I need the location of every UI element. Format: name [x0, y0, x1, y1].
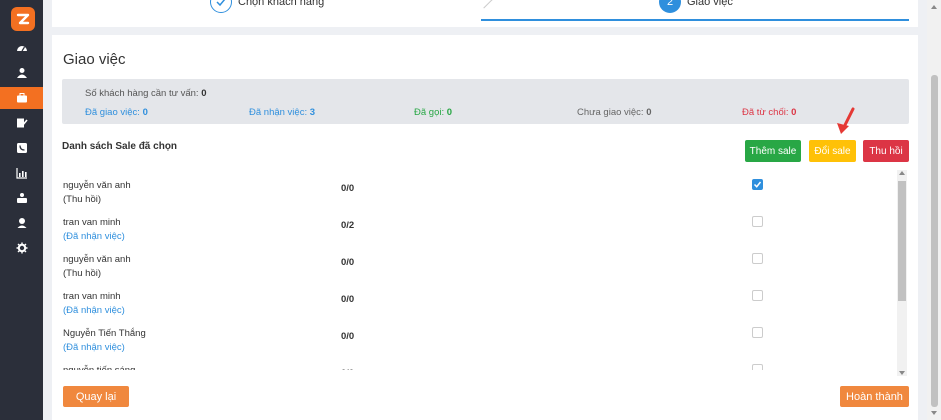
sale-list: nguyễn văn anh (Thu hồi) 0/0 tran van minh (…	[52, 170, 918, 370]
gear-icon	[16, 242, 27, 254]
stat-assigned-label: Đã giao việc:	[85, 107, 140, 118]
user-settings-icon	[17, 218, 26, 228]
list-scrollbar[interactable]	[897, 170, 907, 376]
sale-status: (Thu hồi)	[63, 194, 102, 205]
sale-checkbox[interactable]	[752, 216, 763, 227]
revoke-button[interactable]: Thu hồi	[863, 140, 909, 162]
main-card: Giao việc Số khách hàng cần tư vấn: 0 Đã…	[52, 35, 918, 420]
edit-icon	[16, 118, 28, 128]
sidebar-item-users[interactable]	[0, 62, 43, 84]
stat-called: Đã gọi: 0	[414, 107, 452, 118]
sale-name: Nguyễn Tiến Thắng	[63, 328, 146, 339]
sale-name: nguyễn văn anh	[63, 254, 131, 265]
app-logo[interactable]	[11, 7, 35, 31]
step-done-circle	[210, 0, 232, 13]
sale-status: (Thu hồi)	[63, 268, 102, 279]
done-button[interactable]: Hoàn thành	[840, 386, 909, 407]
page-scroll-thumb[interactable]	[931, 75, 938, 407]
sale-row: Nguyễn Tiến Thắng (Đã nhận việc) 0/0	[52, 318, 897, 355]
stat-received-value: 3	[309, 107, 316, 118]
page-scroll-up-arrow[interactable]	[931, 5, 937, 9]
sale-row: nguyễn văn anh (Thu hồi) 0/0	[52, 244, 897, 281]
page-scrollbar[interactable]	[927, 0, 941, 420]
summary-panel: Số khách hàng cần tư vấn: 0 Đã giao việc…	[62, 79, 909, 124]
stat-assigned: Đã giao việc: 0	[85, 107, 148, 118]
team-icon	[16, 193, 27, 203]
customers-label: Số khách hàng cần tư vấn:	[85, 88, 199, 99]
sale-status: (Đã nhận việc)	[63, 342, 125, 353]
stat-called-value: 0	[446, 107, 453, 118]
user-icon	[16, 68, 27, 78]
customers-count: Số khách hàng cần tư vấn: 0	[85, 88, 207, 99]
sidebar-item-dashboard[interactable]	[0, 37, 43, 59]
sale-row: tran van minh (Đã nhận việc) 0/2	[52, 207, 897, 244]
sale-ratio: 0/0	[341, 368, 354, 370]
sale-checkbox[interactable]	[752, 179, 763, 190]
sale-ratio: 0/0	[341, 257, 355, 268]
check-icon	[216, 0, 226, 7]
sale-status: (Đã nhận việc)	[63, 231, 125, 242]
back-button[interactable]: Quay lại	[63, 386, 129, 407]
change-sale-button[interactable]: Đổi sale	[809, 140, 856, 162]
step-assign-work[interactable]: 2 Giao việc	[659, 0, 733, 13]
sidebar-item-jobs[interactable]	[0, 87, 43, 109]
stat-unassigned: Chưa giao việc: 0	[577, 107, 652, 118]
stat-assigned-value: 0	[142, 107, 148, 118]
scroll-down-arrow[interactable]	[899, 371, 905, 375]
logo-z-icon	[16, 13, 30, 25]
sidebar-item-calls[interactable]	[0, 137, 43, 159]
stat-rejected-value: 0	[791, 107, 797, 118]
sidebar-item-notes[interactable]	[0, 112, 43, 134]
step-separator	[475, 0, 493, 9]
stat-received-label: Đã nhận việc:	[249, 107, 308, 118]
sidebar-item-reports[interactable]	[0, 162, 43, 184]
dashboard-icon	[16, 46, 27, 52]
sale-row: nguyễn tiến sáng 0/0	[52, 355, 897, 370]
sale-row: tran van minh (Đã nhận việc) 0/0	[52, 281, 897, 318]
step-number-circle: 2	[659, 0, 681, 13]
sale-checkbox[interactable]	[752, 327, 763, 338]
sale-checkbox[interactable]	[752, 253, 763, 264]
sale-name: nguyễn tiến sáng	[63, 365, 135, 370]
stat-rejected-label: Đã từ chối:	[742, 107, 789, 118]
stat-unassigned-label: Chưa giao việc:	[577, 107, 644, 118]
sale-name: tran van minh	[63, 291, 121, 302]
scroll-thumb[interactable]	[898, 181, 906, 301]
active-step-underline	[481, 19, 909, 21]
sidebar-item-user-settings[interactable]	[0, 212, 43, 234]
sale-name: tran van minh	[63, 217, 121, 228]
customers-value: 0	[201, 88, 207, 99]
sidebar	[0, 0, 43, 420]
sale-checkbox[interactable]	[752, 364, 763, 370]
sale-name: nguyễn văn anh	[63, 180, 131, 191]
add-sale-button[interactable]: Thêm sale	[745, 140, 801, 162]
sale-ratio: 0/2	[341, 220, 355, 231]
step-label: Giao việc	[687, 0, 733, 8]
stat-rejected: Đã từ chối: 0	[742, 107, 796, 118]
check-icon	[753, 181, 762, 188]
sale-ratio: 0/0	[341, 331, 355, 342]
phone-icon	[16, 143, 27, 153]
page-scroll-down-arrow[interactable]	[931, 411, 937, 415]
stat-called-label: Đã gọi:	[414, 107, 445, 118]
sale-row: nguyễn văn anh (Thu hồi) 0/0	[52, 170, 897, 207]
page-title: Giao việc	[63, 51, 126, 68]
scroll-up-arrow[interactable]	[899, 171, 905, 175]
sidebar-item-settings[interactable]	[0, 237, 43, 259]
stepper: Chọn khách hàng 2 Giao việc	[52, 0, 918, 27]
annotation-arrow	[837, 107, 855, 134]
stat-received: Đã nhận việc: 3	[249, 107, 315, 118]
sale-list-title: Danh sách Sale đã chọn	[62, 141, 178, 152]
step-choose-customers[interactable]: Chọn khách hàng	[210, 0, 324, 13]
sidebar-item-teams[interactable]	[0, 187, 43, 209]
sale-status: (Đã nhận việc)	[63, 305, 125, 316]
sale-ratio: 0/0	[341, 294, 355, 305]
sale-ratio: 0/0	[341, 183, 355, 194]
sale-checkbox[interactable]	[752, 290, 763, 301]
step-label: Chọn khách hàng	[238, 0, 325, 8]
briefcase-icon	[16, 93, 27, 103]
chart-icon	[15, 168, 27, 179]
stat-unassigned-value: 0	[646, 107, 652, 118]
